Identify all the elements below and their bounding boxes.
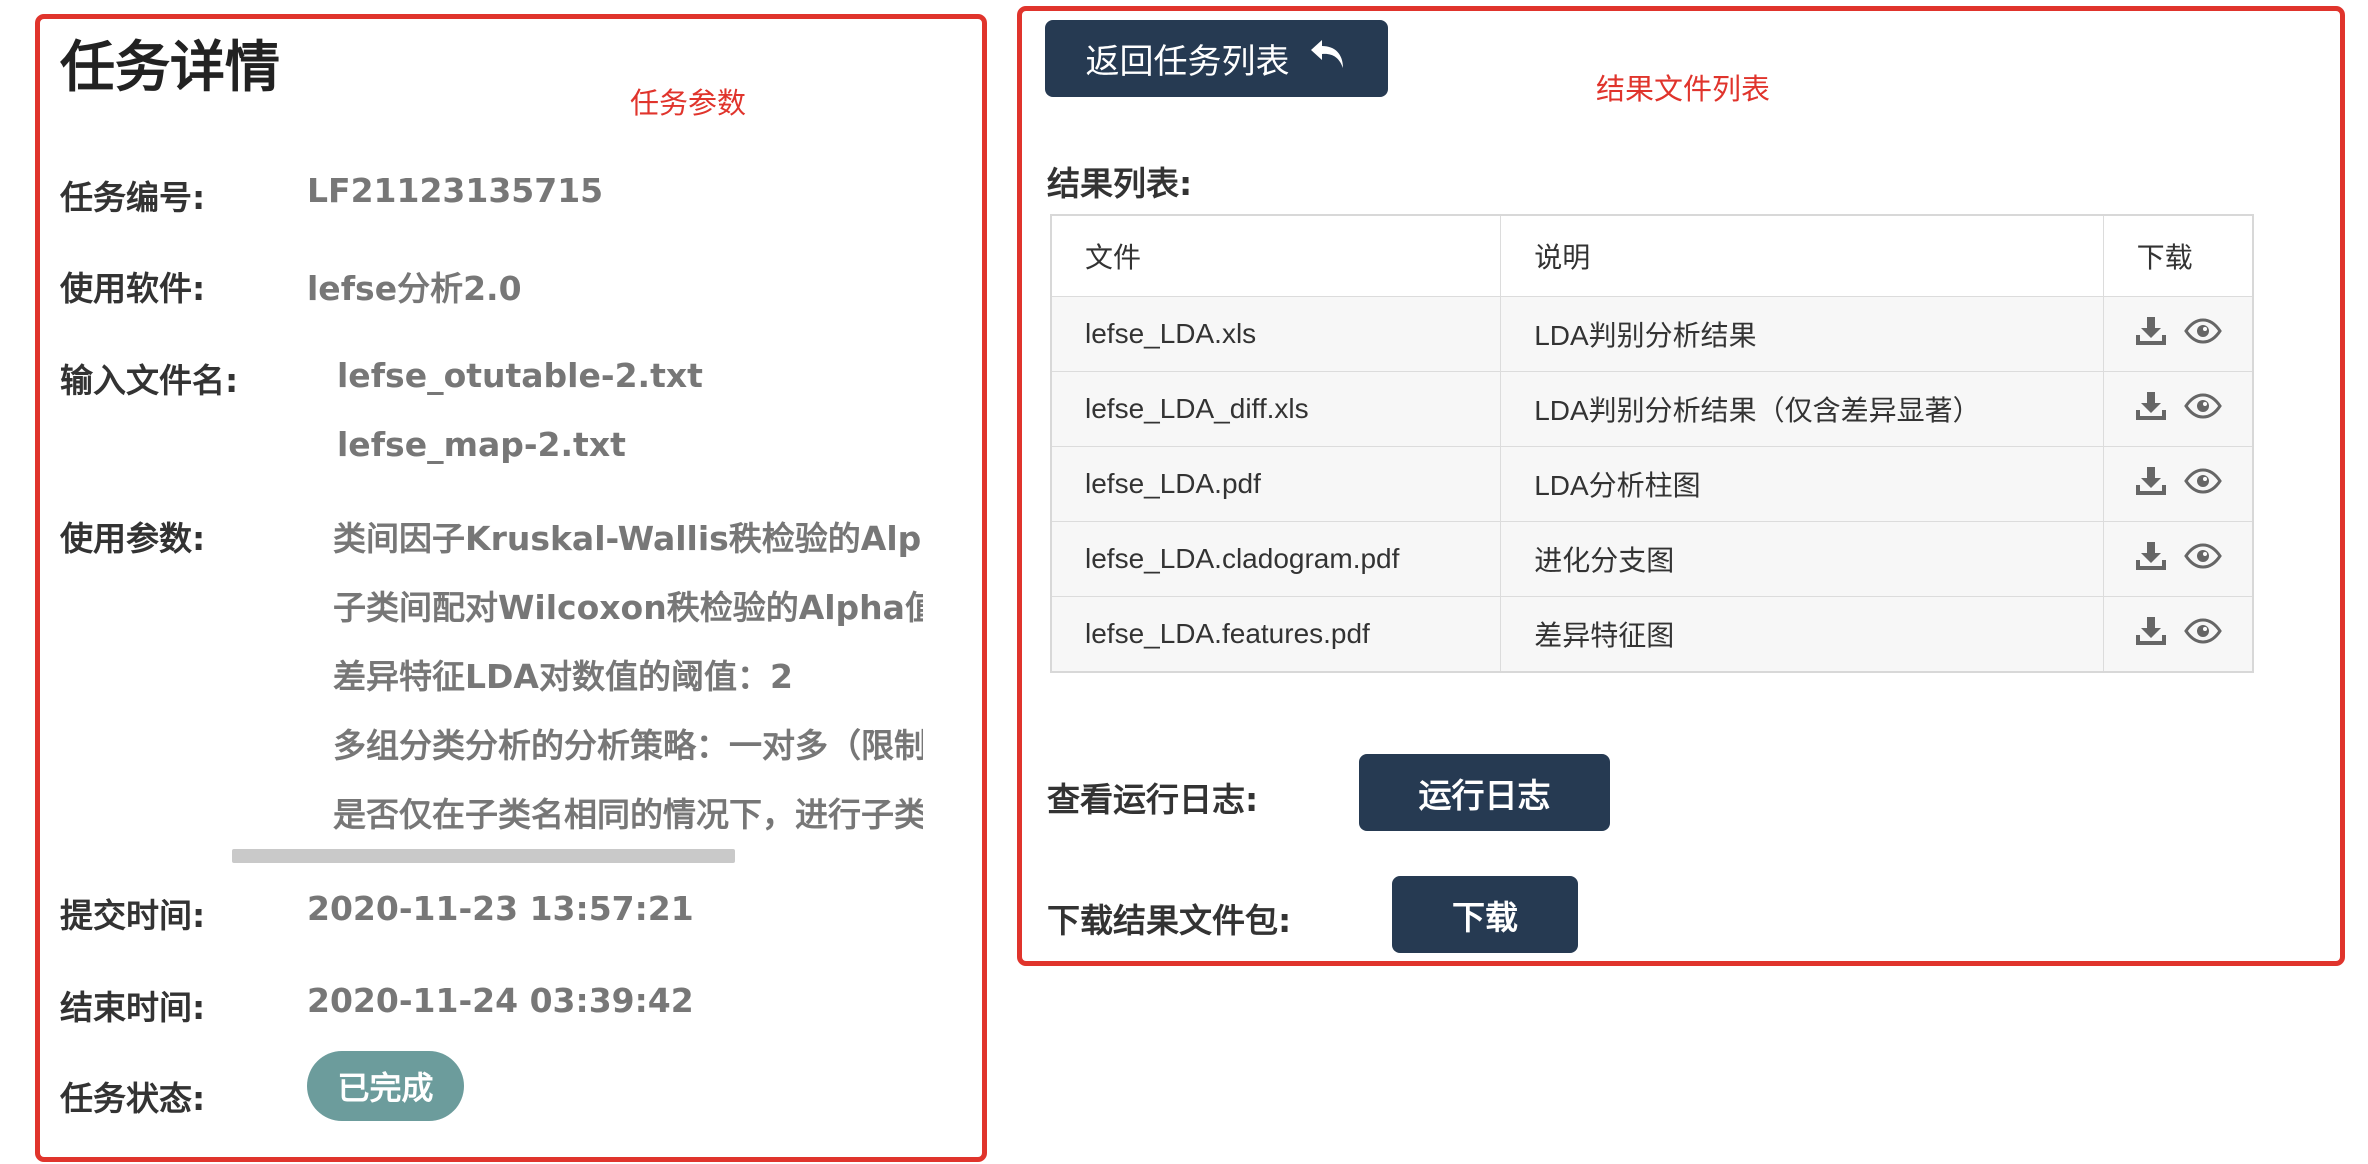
actions-cell <box>2102 446 2254 522</box>
end-time-value: 2020-11-24 03:39:42 <box>307 981 694 1020</box>
file-name-cell: lefse_LDA.pdf <box>1050 446 1502 522</box>
download-icon[interactable] <box>2134 540 2168 579</box>
params-scroll-area[interactable]: 类间因子Kruskal-Wallis秩检验的Alpha值 子类间配对Wilcox… <box>333 500 923 840</box>
download-package-button[interactable]: 下载 <box>1392 876 1578 953</box>
file-name-cell: lefse_LDA_diff.xls <box>1050 371 1502 447</box>
input-file: lefse_map-2.txt <box>337 425 626 464</box>
description-cell: 差异特征图 <box>1500 596 2104 673</box>
header-download: 下载 <box>2102 214 2254 297</box>
download-icon[interactable] <box>2134 315 2168 354</box>
table-row: lefse_LDA.pdf LDA分析柱图 <box>1050 446 2254 522</box>
results-list-label: 结果列表: <box>1047 164 1193 203</box>
preview-eye-icon[interactable] <box>2183 617 2222 651</box>
task-id-label: 任务编号: <box>60 178 206 217</box>
params-horizontal-scrollbar[interactable] <box>232 849 735 863</box>
table-header-row: 文件 说明 下载 <box>1050 214 2254 297</box>
submit-time-label: 提交时间: <box>60 896 206 935</box>
page-title: 任务详情 <box>60 35 281 99</box>
description-cell: LDA分析柱图 <box>1500 446 2104 522</box>
download-package-label: 下载结果文件包: <box>1047 901 1292 940</box>
results-annotation: 结果文件列表 <box>1596 72 1771 106</box>
actions-cell <box>2102 596 2254 673</box>
run-log-button[interactable]: 运行日志 <box>1359 754 1610 831</box>
software-value: lefse分析2.0 <box>307 269 522 308</box>
header-file: 文件 <box>1050 214 1502 297</box>
params-label: 使用参数: <box>60 519 206 558</box>
actions-cell <box>2102 296 2254 372</box>
back-to-task-list-button[interactable]: 返回任务列表 <box>1045 20 1388 97</box>
actions-cell <box>2102 521 2254 597</box>
preview-eye-icon[interactable] <box>2183 467 2222 501</box>
param-item: 差异特征LDA对数值的阈值：2 <box>333 657 793 696</box>
input-file: lefse_otutable-2.txt <box>337 356 703 395</box>
preview-eye-icon[interactable] <box>2183 317 2222 351</box>
param-item: 多组分类分析的分析策略：一对多（限制 <box>333 726 923 765</box>
file-name-cell: lefse_LDA.cladogram.pdf <box>1050 521 1502 597</box>
description-cell: LDA判别分析结果（仅含差异显著） <box>1500 371 2104 447</box>
download-icon[interactable] <box>2134 615 2168 654</box>
download-icon[interactable] <box>2134 465 2168 504</box>
end-time-label: 结束时间: <box>60 988 206 1027</box>
params-annotation: 任务参数 <box>630 86 747 120</box>
table-row: lefse_LDA_diff.xls LDA判别分析结果（仅含差异显著） <box>1050 371 2254 447</box>
status-badge: 已完成 <box>307 1051 464 1121</box>
download-icon[interactable] <box>2134 390 2168 429</box>
preview-eye-icon[interactable] <box>2183 392 2222 426</box>
description-cell: 进化分支图 <box>1500 521 2104 597</box>
back-button-label: 返回任务列表 <box>1085 42 1290 82</box>
task-id-value: LF21123135715 <box>307 171 604 210</box>
preview-eye-icon[interactable] <box>2183 542 2222 576</box>
table-row: lefse_LDA.xls LDA判别分析结果 <box>1050 296 2254 372</box>
run-log-label: 查看运行日志: <box>1047 780 1259 819</box>
param-item: 类间因子Kruskal-Wallis秩检验的Alpha值 <box>333 519 923 558</box>
param-item: 是否仅在子类名相同的情况下，进行子类间 <box>333 795 923 834</box>
param-item: 子类间配对Wilcoxon秩检验的Alpha值：( <box>333 588 923 627</box>
table-row: lefse_LDA.features.pdf 差异特征图 <box>1050 596 2254 673</box>
status-label: 任务状态: <box>60 1079 206 1118</box>
results-table: 文件 说明 下载 lefse_LDA.xls LDA判别分析结果 lefse_LDA… <box>1050 214 2254 673</box>
table-row: lefse_LDA.cladogram.pdf 进化分支图 <box>1050 521 2254 597</box>
file-name-cell: lefse_LDA.xls <box>1050 296 1502 372</box>
submit-time-value: 2020-11-23 13:57:21 <box>307 889 694 928</box>
input-files-label: 输入文件名: <box>60 361 239 400</box>
description-cell: LDA判别分析结果 <box>1500 296 2104 372</box>
file-name-cell: lefse_LDA.features.pdf <box>1050 596 1502 673</box>
software-label: 使用软件: <box>60 269 206 308</box>
reply-arrow-icon <box>1308 36 1348 81</box>
header-description: 说明 <box>1500 214 2104 297</box>
actions-cell <box>2102 371 2254 447</box>
